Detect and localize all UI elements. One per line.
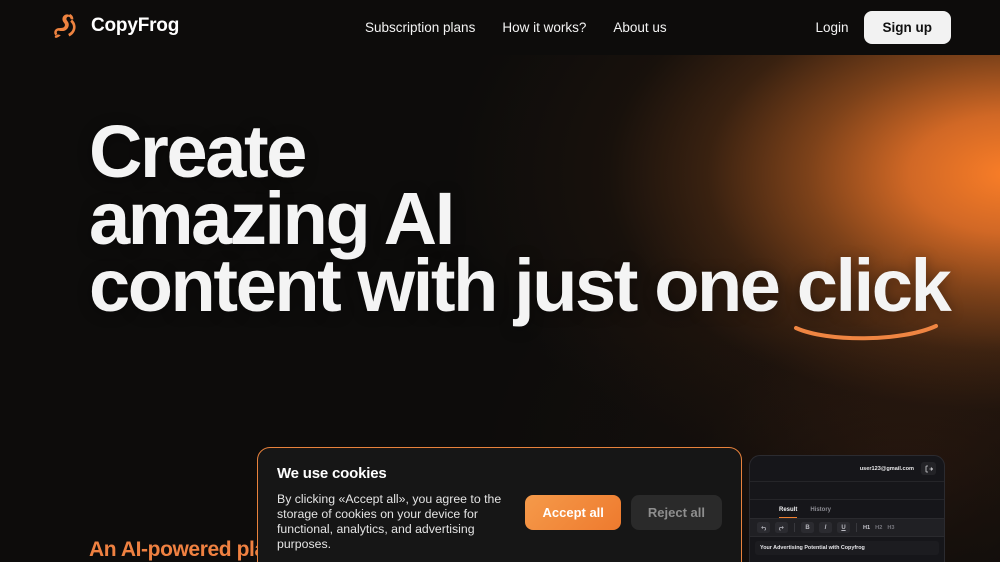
heading-3-button[interactable]: H3	[887, 525, 894, 531]
tab-history[interactable]: History	[810, 507, 831, 518]
accept-all-button[interactable]: Accept all	[525, 495, 621, 530]
main-nav: Subscription plans How it works? About u…	[365, 0, 667, 55]
tab-result[interactable]: Result	[779, 507, 798, 518]
undo-icon[interactable]	[757, 522, 770, 533]
site-header: CopyFrog Subscription plans How it works…	[0, 0, 1000, 55]
cookie-banner-body: By clicking «Accept all», you agree to t…	[277, 492, 502, 551]
auth-actions: Login Sign up	[815, 0, 951, 55]
hero-line-2: amazing AI	[89, 177, 455, 260]
mockup-user-email: user123@gmail.com	[859, 465, 914, 472]
hero-heading-block: Create amazing AI content with just one …	[89, 110, 952, 341]
cookie-banner-actions: Accept all Reject all	[525, 495, 722, 530]
nav-item-how-it-works[interactable]: How it works?	[502, 20, 586, 35]
signup-button[interactable]: Sign up	[863, 11, 951, 44]
hero-line-3: content with just one click	[89, 249, 952, 341]
mockup-spacer	[750, 482, 944, 500]
mockup-tabs: Result History	[750, 500, 944, 518]
nav-item-about-us[interactable]: About us	[613, 20, 666, 35]
redo-icon[interactable]	[775, 522, 788, 533]
hero-emphasis-text: click	[796, 244, 952, 327]
hero-line-3-text: content with just one	[89, 244, 797, 327]
mockup-editor-area[interactable]: Your Advertising Potential with Copyfrog	[755, 541, 939, 555]
italic-button[interactable]: I	[819, 522, 832, 533]
frog-icon	[54, 14, 76, 38]
hero-line-1: Create	[89, 110, 307, 193]
page-title: Create amazing AI content with just one …	[89, 110, 952, 341]
cookie-banner-title: We use cookies	[277, 465, 387, 482]
nav-item-subscription-plans[interactable]: Subscription plans	[365, 20, 475, 35]
hero-emphasis-click: click	[793, 249, 952, 341]
underline-button[interactable]: U	[837, 522, 850, 533]
app-preview-mockup: user123@gmail.com Result History B I U H…	[749, 455, 945, 562]
logout-icon[interactable]	[921, 462, 936, 475]
hero-subheading: An AI-powered plat	[89, 538, 273, 561]
mockup-topbar: user123@gmail.com	[750, 456, 944, 482]
heading-2-button[interactable]: H2	[875, 525, 882, 531]
toolbar-divider	[794, 523, 795, 532]
cookie-banner-row: By clicking «Accept all», you agree to t…	[277, 492, 722, 552]
mockup-editor-toolbar: B I U H1 H2 H3	[750, 518, 944, 537]
logo-text: CopyFrog	[91, 15, 180, 36]
heading-1-button[interactable]: H1	[863, 525, 870, 531]
underline-stroke-icon	[793, 324, 938, 341]
page-root: CopyFrog Subscription plans How it works…	[0, 0, 1000, 562]
mockup-editor-text: Your Advertising Potential with Copyfrog	[760, 545, 865, 551]
bold-button[interactable]: B	[801, 522, 814, 533]
cookie-consent-banner: We use cookies By clicking «Accept all»,…	[257, 447, 742, 562]
toolbar-divider-2	[856, 523, 857, 532]
login-link[interactable]: Login	[815, 20, 848, 35]
reject-all-button[interactable]: Reject all	[630, 495, 722, 530]
logo[interactable]: CopyFrog	[50, 11, 179, 41]
